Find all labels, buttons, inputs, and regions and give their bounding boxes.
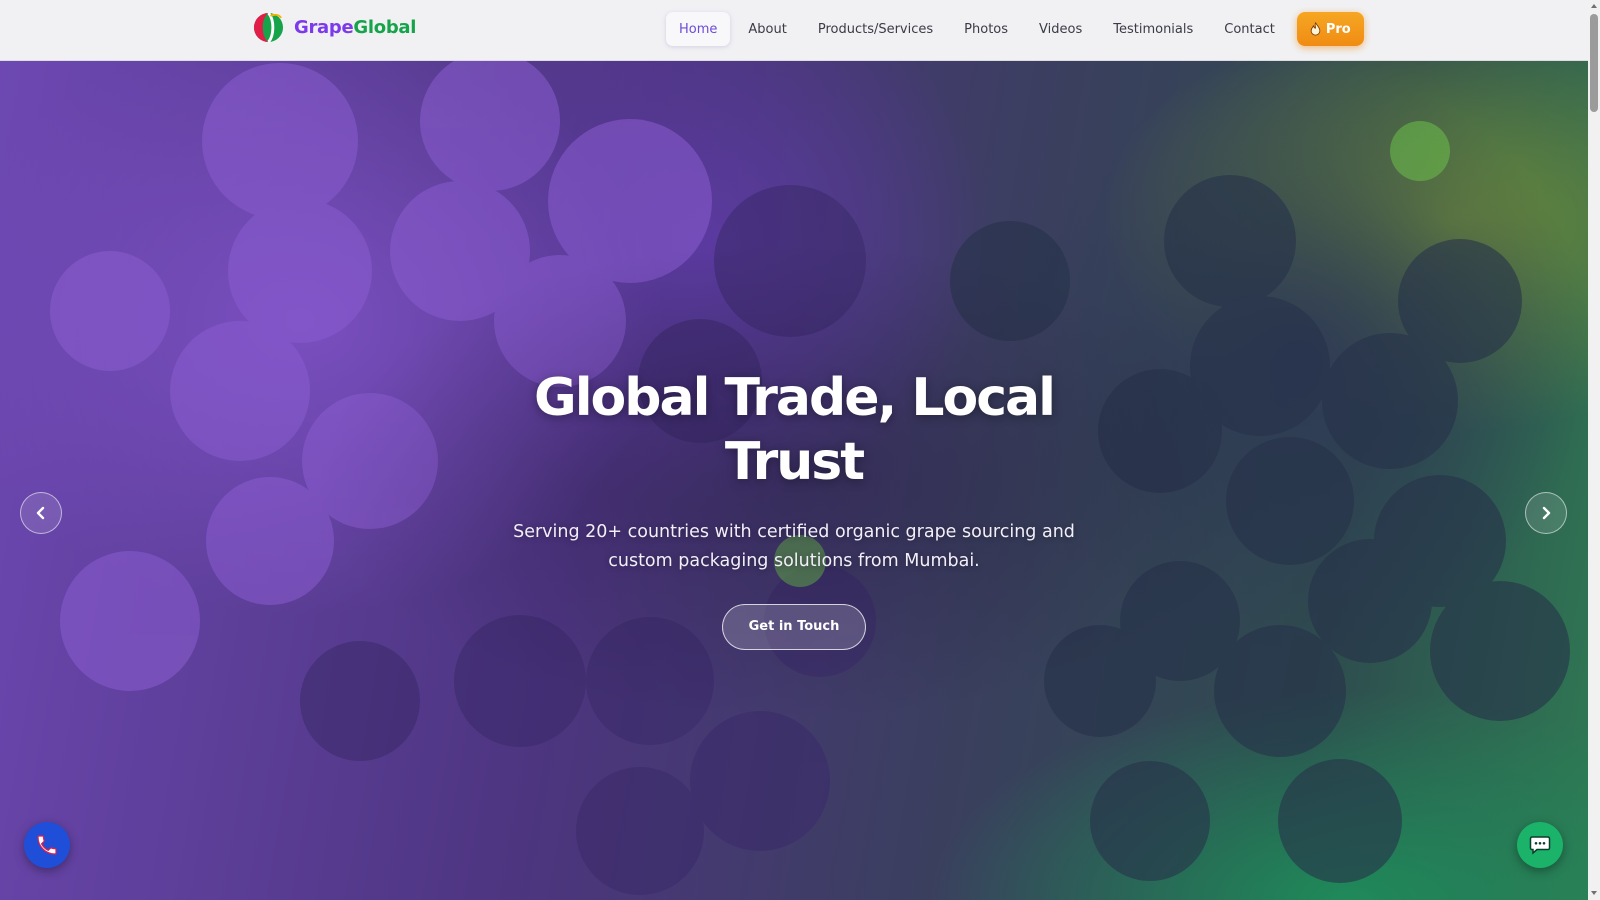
brand-name-part2: Global — [353, 17, 417, 38]
chevron-right-icon — [1542, 506, 1551, 520]
phone-icon — [37, 835, 57, 855]
hero-title: Global Trade, Local Trust — [474, 366, 1114, 494]
page-scrollbar[interactable] — [1588, 0, 1600, 900]
scrollbar-thumb[interactable] — [1590, 14, 1598, 112]
nav-testimonials[interactable]: Testimonials — [1100, 12, 1206, 46]
hero-content: Global Trade, Local Trust Serving 20+ co… — [474, 366, 1114, 650]
hero-subtitle-line2: custom packaging solutions from Mumbai. — [608, 551, 980, 571]
brand[interactable]: GrapeGlobal — [253, 12, 416, 43]
main-nav: Home About Products/Services Photos Vide… — [666, 11, 1364, 47]
hero-title-line1: Global Trade, Local — [534, 368, 1056, 428]
nav-home[interactable]: Home — [666, 12, 731, 46]
brand-name: GrapeGlobal — [294, 17, 416, 38]
hero-title-line2: Trust — [724, 432, 865, 492]
nav-products-services[interactable]: Products/Services — [805, 12, 946, 46]
brand-name-part1: Grape — [294, 17, 354, 38]
hero-carousel: Global Trade, Local Trust Serving 20+ co… — [0, 61, 1588, 900]
chat-button[interactable] — [1517, 822, 1563, 868]
call-button[interactable] — [24, 822, 70, 868]
chat-icon — [1529, 836, 1551, 855]
nav-videos[interactable]: Videos — [1026, 12, 1095, 46]
hero-subtitle: Serving 20+ countries with certified org… — [474, 518, 1114, 576]
nav-contact[interactable]: Contact — [1211, 12, 1288, 46]
carousel-next-button[interactable] — [1525, 492, 1567, 534]
nav-photos[interactable]: Photos — [951, 12, 1021, 46]
carousel-prev-button[interactable] — [20, 492, 62, 534]
site-header: GrapeGlobal Home About Products/Services… — [0, 0, 1588, 61]
flame-icon — [1310, 22, 1321, 36]
pro-button[interactable]: Pro — [1296, 12, 1364, 46]
hero-subtitle-line1: Serving 20+ countries with certified org… — [513, 522, 1075, 542]
grape-logo-icon — [253, 12, 284, 43]
nav-about[interactable]: About — [735, 12, 799, 46]
scroll-up-arrow-icon[interactable] — [1590, 2, 1598, 10]
pro-button-label: Pro — [1325, 21, 1351, 37]
scroll-down-arrow-icon[interactable] — [1590, 889, 1598, 897]
chevron-left-icon — [36, 506, 45, 520]
get-in-touch-button[interactable]: Get in Touch — [722, 604, 866, 650]
